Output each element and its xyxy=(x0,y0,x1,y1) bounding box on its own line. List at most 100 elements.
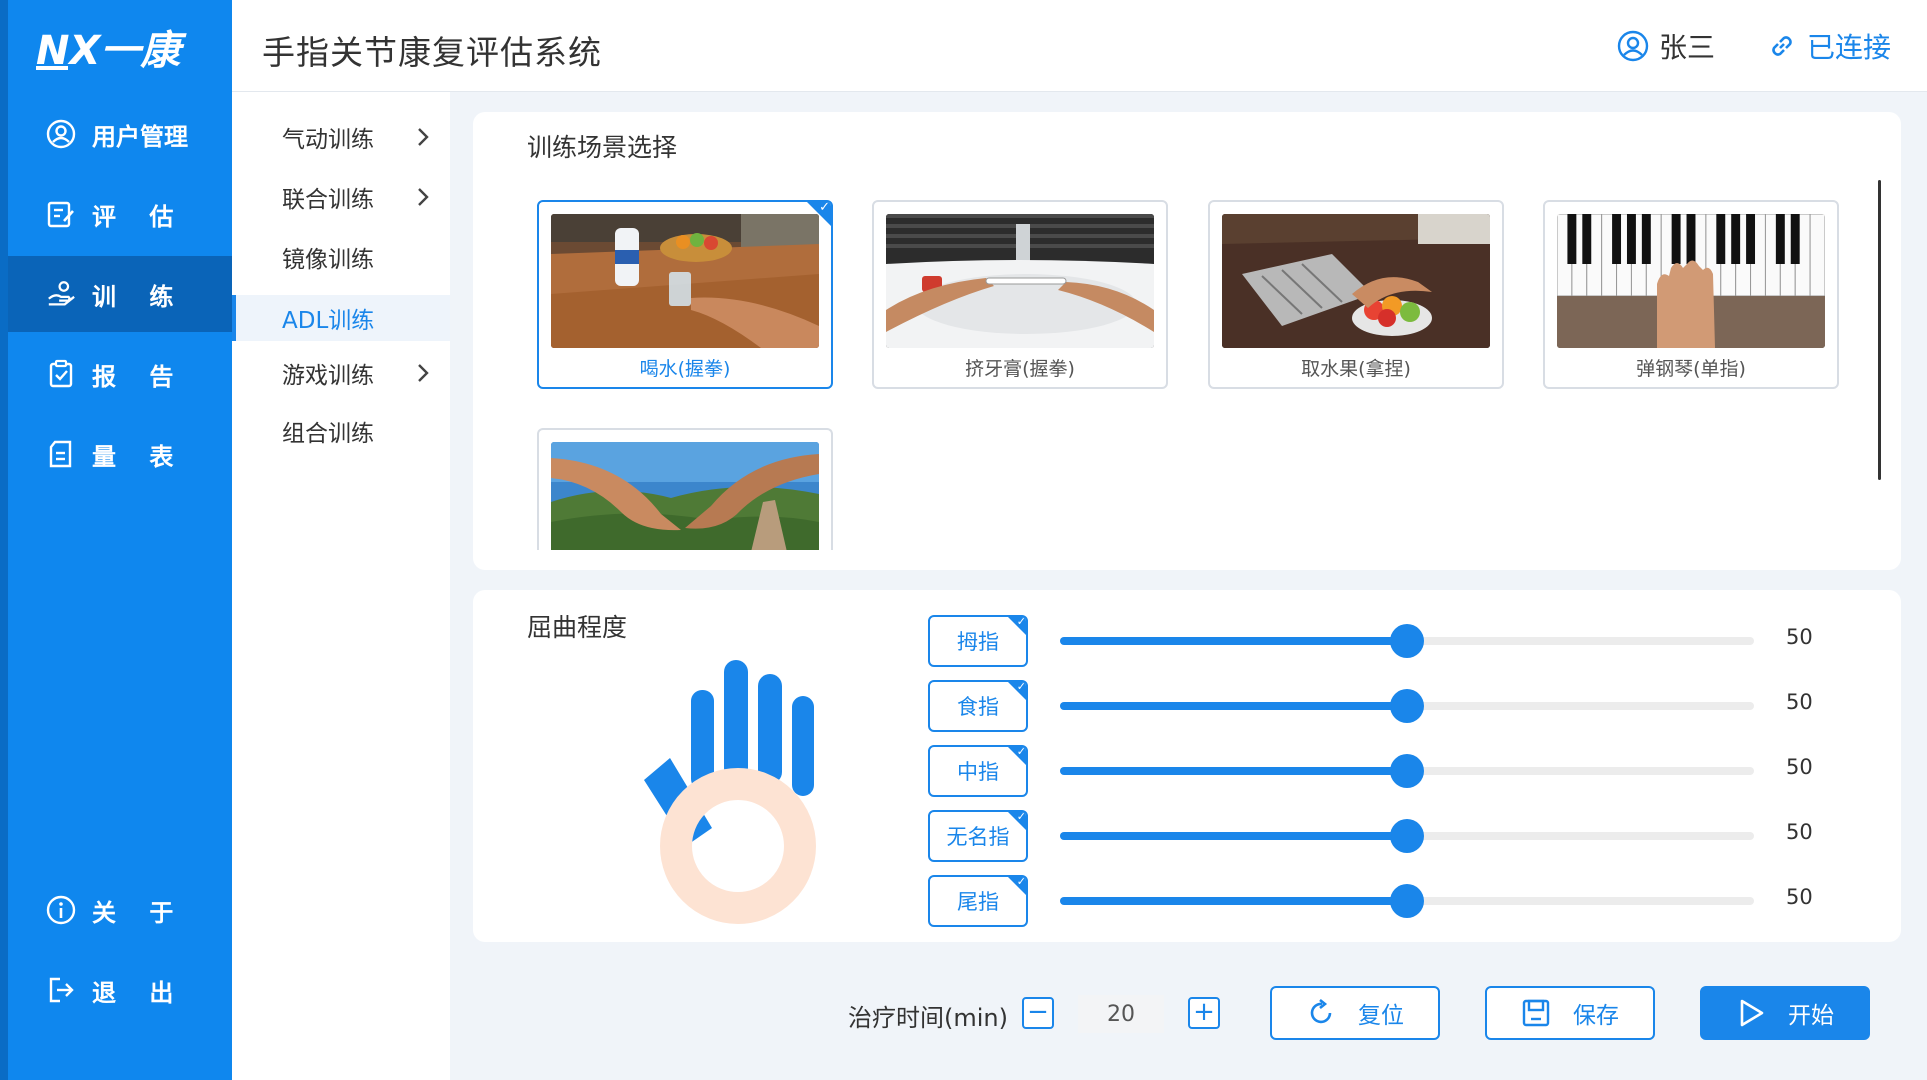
scene-thumbnail xyxy=(551,214,819,348)
checked-icon: ✓ xyxy=(1007,617,1026,636)
submenu-item-label: 镜像训练 xyxy=(282,247,374,273)
sidebar-item-evaluate[interactable]: 评 估 xyxy=(8,176,232,252)
submenu-item-game[interactable]: 游戏训练 xyxy=(232,350,450,396)
reset-button-label: 复位 xyxy=(1358,1003,1404,1029)
finger-label: 食指 xyxy=(957,695,999,719)
ring-bend-slider[interactable] xyxy=(1060,819,1754,853)
scene-thumbnail xyxy=(1557,214,1825,348)
save-icon xyxy=(1522,999,1550,1027)
submenu-item-label: 联合训练 xyxy=(282,187,374,213)
finger-label: 中指 xyxy=(957,760,999,784)
save-button[interactable]: 保存 xyxy=(1485,986,1655,1040)
thumb-bend-slider[interactable] xyxy=(1060,624,1754,658)
save-button-label: 保存 xyxy=(1573,1003,1619,1029)
slider-knob[interactable] xyxy=(1390,624,1424,658)
slider-fill xyxy=(1060,767,1407,775)
bend-panel-title: 屈曲程度 xyxy=(527,613,628,642)
slider-fill xyxy=(1060,897,1407,905)
slider-knob[interactable] xyxy=(1390,884,1424,918)
scene-panel-title: 训练场景选择 xyxy=(527,133,678,162)
sidebar-item-scale[interactable]: 量 表 xyxy=(8,416,232,492)
checked-icon: ✓ xyxy=(1007,747,1026,766)
sidebar-item-label: 用户管理 xyxy=(92,122,188,151)
finger-toggle-little[interactable]: 尾指 ✓ xyxy=(928,875,1028,927)
training-submenu: 气动训练 联合训练 镜像训练 ADL训练 游戏训练 组合训练 xyxy=(232,92,450,1080)
scene-card-pick-fruit[interactable]: 取水果(拿捏) xyxy=(1208,200,1504,389)
sidebar-item-user-management[interactable]: 用户管理 xyxy=(8,96,232,172)
selected-check-icon: ✓ xyxy=(806,202,831,227)
chevron-right-icon xyxy=(418,364,429,382)
time-increase-button[interactable]: + xyxy=(1188,997,1220,1029)
top-bar: 手指关节康复评估系统 张三 已连接 xyxy=(232,0,1927,92)
treatment-time-label: 治疗时间(min) xyxy=(848,1004,1008,1032)
reset-button[interactable]: 复位 xyxy=(1270,986,1440,1040)
little-bend-slider[interactable] xyxy=(1060,884,1754,918)
start-button[interactable]: 开始 xyxy=(1700,986,1870,1040)
middle-bend-value: 50 xyxy=(1786,755,1813,779)
sidebar-item-training[interactable]: 训 练 xyxy=(8,256,232,332)
slider-fill xyxy=(1060,637,1407,645)
index-bend-slider[interactable] xyxy=(1060,689,1754,723)
sidebar-item-label: 关 于 xyxy=(92,898,174,927)
scene-caption: 挤牙膏(握拳) xyxy=(965,358,1075,380)
submenu-item-composite[interactable]: 组合训练 xyxy=(232,408,450,454)
middle-bend-slider[interactable] xyxy=(1060,754,1754,788)
slider-knob[interactable] xyxy=(1390,819,1424,853)
sidebar: NX一康 用户管理 评 估 训 练 报 告 量 表 关 于 退 出 xyxy=(0,0,232,1080)
play-icon xyxy=(1740,999,1764,1027)
sidebar-item-label: 报 告 xyxy=(92,362,174,391)
user-name: 张三 xyxy=(1659,31,1716,64)
scene-card-squeeze-toothpaste[interactable]: 挤牙膏(握拳) xyxy=(872,200,1168,389)
slider-fill xyxy=(1060,832,1407,840)
evaluate-icon xyxy=(46,199,76,229)
finger-label: 无名指 xyxy=(946,825,1010,849)
checked-icon: ✓ xyxy=(1007,877,1026,896)
checked-icon: ✓ xyxy=(1007,682,1026,701)
scene-card-drink-water[interactable]: 喝水(握拳) ✓ xyxy=(537,200,833,389)
checked-icon: ✓ xyxy=(1007,812,1026,831)
user-menu[interactable]: 张三 xyxy=(1617,26,1715,66)
submenu-item-label: 游戏训练 xyxy=(282,363,374,389)
submenu-item-mirror[interactable]: 镜像训练 xyxy=(232,234,450,280)
scene-card-handshake[interactable] xyxy=(537,428,833,550)
connection-status[interactable]: 已连接 xyxy=(1767,26,1891,66)
little-bend-value: 50 xyxy=(1786,885,1813,909)
slider-knob[interactable] xyxy=(1390,754,1424,788)
submenu-item-label: 组合训练 xyxy=(282,421,374,447)
report-icon xyxy=(46,359,76,389)
chevron-right-icon xyxy=(418,188,429,206)
start-button-label: 开始 xyxy=(1788,1003,1834,1029)
treatment-time-input[interactable] xyxy=(1078,995,1164,1033)
time-decrease-button[interactable]: − xyxy=(1022,997,1054,1029)
submenu-item-adl[interactable]: ADL训练 xyxy=(232,295,450,341)
thumb-bend-value: 50 xyxy=(1786,625,1813,649)
scene-thumbnail xyxy=(1222,214,1490,348)
slider-knob[interactable] xyxy=(1390,689,1424,723)
link-icon xyxy=(1772,36,1792,56)
chevron-right-icon xyxy=(418,128,429,146)
logout-icon xyxy=(46,975,76,1005)
finger-label: 尾指 xyxy=(957,890,999,914)
sidebar-item-report[interactable]: 报 告 xyxy=(8,336,232,412)
sidebar-item-about[interactable]: 关 于 xyxy=(8,872,232,948)
scene-caption: 取水果(拿捏) xyxy=(1301,358,1411,380)
sidebar-edge xyxy=(0,0,8,1080)
scene-scrollbar[interactable] xyxy=(1878,180,1881,480)
scene-card-play-piano[interactable]: 弹钢琴(单指) xyxy=(1543,200,1839,389)
connection-status-label: 已连接 xyxy=(1807,31,1892,64)
ring-bend-value: 50 xyxy=(1786,820,1813,844)
slider-fill xyxy=(1060,702,1407,710)
submenu-item-pneumatic[interactable]: 气动训练 xyxy=(232,114,450,160)
finger-toggle-index[interactable]: 食指 ✓ xyxy=(928,680,1028,732)
finger-label: 拇指 xyxy=(957,630,999,654)
submenu-item-combined[interactable]: 联合训练 xyxy=(232,174,450,220)
sidebar-item-label: 退 出 xyxy=(92,978,174,1007)
sidebar-item-logout[interactable]: 退 出 xyxy=(8,952,232,1028)
finger-toggle-thumb[interactable]: 拇指 ✓ xyxy=(928,615,1028,667)
submenu-item-label: ADL训练 xyxy=(282,308,375,334)
scene-thumbnail xyxy=(551,442,819,550)
finger-toggle-middle[interactable]: 中指 ✓ xyxy=(928,745,1028,797)
scene-thumbnail xyxy=(886,214,1154,348)
logo: NX一康 xyxy=(36,18,206,78)
finger-toggle-ring[interactable]: 无名指 ✓ xyxy=(928,810,1028,862)
